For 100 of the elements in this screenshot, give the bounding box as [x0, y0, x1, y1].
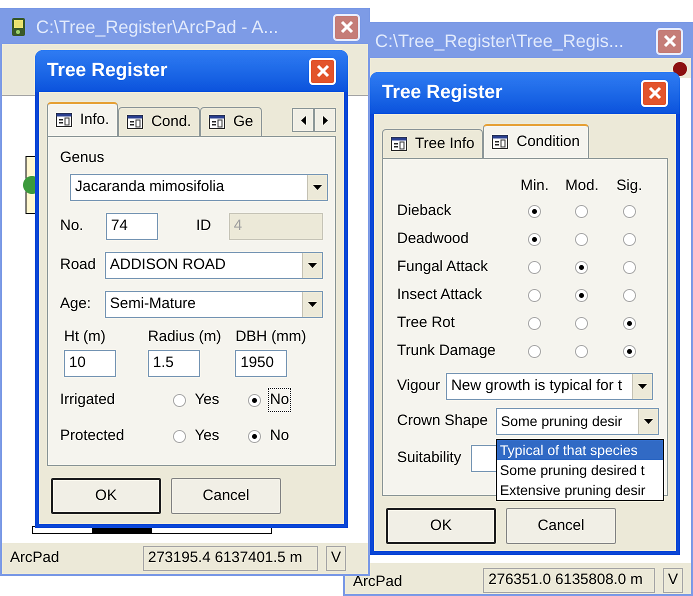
dropdown-button[interactable] [632, 374, 652, 399]
radio-button[interactable] [172, 394, 186, 406]
status-field: V [662, 568, 683, 593]
status-text: ArcPad [10, 548, 60, 568]
field-label: Age: [60, 294, 92, 314]
dropdown-button[interactable] [307, 174, 327, 200]
radio-button[interactable] [528, 260, 542, 274]
radio-button[interactable] [528, 204, 542, 218]
field-label: DBH (mm) [235, 326, 306, 346]
radio-button[interactable] [622, 344, 636, 358]
field-label: Road [60, 254, 97, 275]
tab[interactable]: Cond. [118, 107, 200, 136]
row-label: Dieback [397, 200, 452, 221]
dropdown-field[interactable]: Jacaranda mimosifolia [70, 174, 328, 200]
caret-icon [308, 302, 317, 306]
radio-button[interactable] [528, 316, 542, 330]
dialog-button[interactable]: Cancel [506, 508, 616, 544]
radio-button[interactable] [622, 260, 636, 274]
caret-icon [308, 262, 317, 268]
coordinates-readout: 276351.0 6135808.0 m [483, 568, 655, 593]
row-label: Trunk Damage [397, 340, 497, 361]
field-label: Irrigated [60, 390, 116, 410]
field-label: ID [196, 216, 212, 236]
radio-button[interactable] [622, 288, 636, 302]
radio-button[interactable] [622, 204, 636, 218]
dropdown-button[interactable] [638, 409, 658, 434]
dropdown-option[interactable]: Typical of that species [496, 440, 663, 460]
row-label: Tree Rot [397, 312, 456, 333]
radio-button[interactable] [248, 394, 261, 406]
input-field[interactable]: 74 [106, 212, 158, 240]
form-icon [492, 135, 508, 149]
field-label: No. [60, 216, 84, 236]
close-icon [340, 20, 354, 34]
radio-button[interactable] [172, 430, 186, 442]
caret-icon [313, 184, 322, 190]
radio-label: Yes [194, 426, 220, 446]
form-icon [127, 115, 144, 129]
form-icon [209, 115, 226, 129]
app-icon [10, 17, 28, 37]
window-title: C:\Tree_Register\ArcPad - A... [36, 16, 280, 39]
close-button[interactable] [333, 14, 360, 40]
status-field: V [326, 546, 346, 571]
field-label: Vigour [397, 376, 440, 396]
column-header: Sig. [615, 176, 644, 196]
status-text: ArcPad [353, 572, 404, 592]
field-label: Protected [60, 426, 126, 446]
radio-button[interactable] [528, 232, 542, 246]
row-label: Fungal Attack [397, 256, 489, 277]
radio-button[interactable] [575, 260, 588, 274]
dropdown-field[interactable]: Semi-Mature [104, 290, 323, 318]
dialog-button[interactable]: Cancel [171, 478, 281, 514]
dialog-button[interactable]: OK [386, 508, 496, 544]
dropdown-button[interactable] [302, 292, 322, 316]
caret-icon [644, 419, 653, 424]
field-label: Genus [60, 148, 106, 168]
radio-button[interactable] [528, 288, 542, 302]
caret-icon [638, 384, 647, 389]
field-label: Crown Shape [397, 411, 488, 432]
radio-button[interactable] [622, 232, 636, 246]
radio-button[interactable] [248, 430, 261, 442]
close-icon [662, 34, 676, 48]
dialog-button[interactable]: OK [51, 478, 161, 514]
radio-button[interactable] [575, 316, 588, 330]
tab[interactable]: Condition [483, 124, 589, 158]
left-arrow-icon [300, 116, 306, 124]
dropdown-button[interactable] [302, 252, 322, 278]
dropdown-field[interactable]: ADDISON ROAD [104, 252, 323, 278]
radio-button[interactable] [575, 288, 588, 302]
column-header: Mod. [564, 176, 600, 196]
coordinates-readout: 273195.4 6137401.5 m [143, 546, 318, 571]
row-label: Insect Attack [397, 284, 484, 305]
tab[interactable]: Ge [200, 107, 262, 136]
radio-label: No [268, 388, 290, 412]
radio-label: No [268, 426, 290, 446]
close-button[interactable] [656, 28, 683, 54]
radio-button[interactable] [575, 344, 588, 358]
close-icon [648, 86, 662, 100]
dropdown-field[interactable]: Some pruning desir [496, 408, 659, 435]
form-icon [391, 137, 407, 151]
radio-button[interactable] [575, 204, 588, 218]
radio-label: Yes [194, 390, 220, 410]
scroll-left-button[interactable] [292, 108, 314, 132]
input-field[interactable]: 1950 [235, 350, 288, 377]
radio-button[interactable] [528, 344, 542, 358]
tab[interactable]: Info. [47, 102, 118, 136]
dialog-title: Tree Register [382, 80, 504, 105]
scroll-right-button[interactable] [314, 108, 336, 132]
radio-button[interactable] [622, 316, 636, 330]
close-icon [316, 64, 330, 78]
input-field[interactable]: 1.5 [148, 350, 200, 377]
form-icon [56, 113, 72, 127]
radio-button[interactable] [575, 232, 588, 246]
tab[interactable]: Tree Info [382, 129, 484, 158]
dropdown-field[interactable]: New growth is typical for t [446, 373, 653, 400]
field-label: Ht (m) [64, 326, 106, 346]
row-label: Deadwood [397, 228, 470, 249]
input-field[interactable]: 10 [64, 350, 116, 377]
field-label: Radius (m) [148, 326, 222, 346]
dialog-title: Tree Register [47, 58, 168, 83]
window-title: C:\Tree_Register\Tree_Regis... [375, 30, 625, 53]
